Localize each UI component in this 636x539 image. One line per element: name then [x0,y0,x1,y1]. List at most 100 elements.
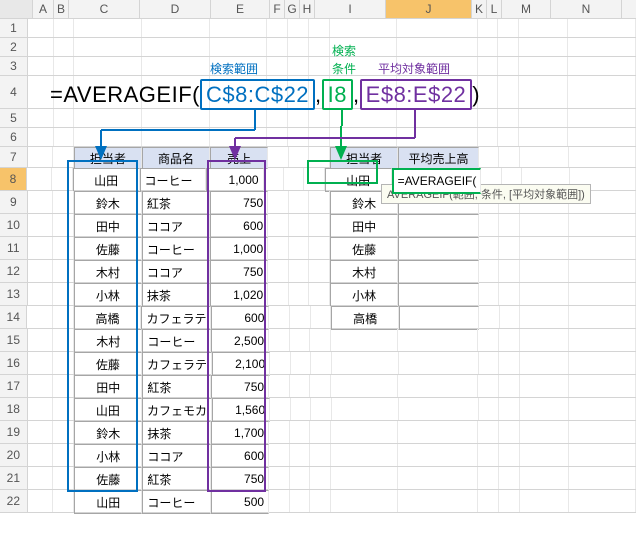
cell-F10[interactable] [268,214,289,236]
cell-I7[interactable]: 担当者 [330,147,398,169]
cell-L18[interactable] [499,398,520,420]
cell-A1[interactable] [28,19,54,37]
cell-M14[interactable] [520,306,569,328]
cell-F2[interactable] [267,38,288,56]
cell-M20[interactable] [520,444,569,466]
cell-I12[interactable]: 木村 [330,260,398,284]
cell-C21[interactable]: 佐藤 [74,467,142,491]
cell-B14[interactable] [53,306,74,328]
cell-A7[interactable] [28,147,54,167]
cell-L22[interactable] [499,490,520,512]
cell-J18[interactable] [399,398,479,420]
cell-G17[interactable] [290,375,311,397]
cell-G7[interactable] [289,147,310,167]
cell-H8[interactable] [304,168,324,190]
cell-L1[interactable] [498,19,519,37]
row-header-4[interactable]: 4 [0,76,28,108]
col-header-K[interactable]: K [472,0,487,18]
cell-E10[interactable]: 600 [210,214,268,238]
cell-I20[interactable] [331,444,398,466]
cell-K7[interactable] [479,147,500,167]
cell-I13[interactable]: 小林 [330,283,398,307]
select-all-corner[interactable] [0,0,33,18]
cell-G1[interactable] [288,19,309,37]
cell-G6[interactable] [288,128,309,146]
cell-I17[interactable] [331,375,398,397]
cell-K14[interactable] [479,306,500,328]
cell-H18[interactable] [311,398,332,420]
cell-A14[interactable] [27,306,53,328]
cell-D5[interactable] [142,109,210,127]
cell-D13[interactable]: 抹茶 [142,283,210,307]
cell-M5[interactable] [519,109,568,127]
cell-J5[interactable] [397,109,477,127]
cell-I5[interactable] [330,109,398,127]
row-header-13[interactable]: 13 [0,283,28,305]
cell-C17[interactable]: 田中 [74,375,142,399]
cell-G15[interactable] [290,329,311,351]
cell-G21[interactable] [290,467,311,489]
row-header-14[interactable]: 14 [0,306,27,328]
cell-N7[interactable] [569,147,636,167]
cell-M18[interactable] [520,398,569,420]
cell-M4[interactable] [519,76,568,108]
cell-M3[interactable] [519,57,568,75]
cell-B11[interactable] [53,237,74,259]
cell-E9[interactable]: 750 [210,191,268,215]
cell-F7[interactable] [268,147,289,167]
row-header-6[interactable]: 6 [0,128,28,146]
cell-H1[interactable] [309,19,330,37]
cell-M13[interactable] [520,283,569,305]
cell-M15[interactable] [520,329,569,351]
cell-M1[interactable] [519,19,568,37]
cell-N4[interactable] [568,76,636,108]
cell-A5[interactable] [28,109,54,127]
cell-C15[interactable]: 木村 [74,329,142,353]
cell-D3[interactable] [142,57,210,75]
cell-M21[interactable] [520,467,569,489]
cell-J19[interactable] [398,421,478,443]
cell-F9[interactable] [268,191,289,213]
cell-G10[interactable] [289,214,310,236]
cell-B10[interactable] [53,214,74,236]
cell-N2[interactable] [568,38,636,56]
cell-C9[interactable]: 鈴木 [74,191,142,215]
cell-B2[interactable] [54,38,75,56]
cell-K12[interactable] [479,260,500,282]
cell-I22[interactable] [331,490,398,512]
cell-A15[interactable] [28,329,54,351]
cell-L20[interactable] [499,444,520,466]
cell-N13[interactable] [569,283,636,305]
cell-K15[interactable] [478,329,499,351]
cell-H13[interactable] [309,283,330,305]
cell-C8[interactable]: 山田 [73,168,140,192]
cell-B5[interactable] [54,109,75,127]
cell-M19[interactable] [520,421,569,443]
cell-K13[interactable] [479,283,500,305]
cell-E8[interactable]: 1,000 [206,168,263,192]
row-header-12[interactable]: 12 [0,260,28,282]
row-header-1[interactable]: 1 [0,19,28,37]
cell-E18[interactable]: 1,560 [212,398,270,422]
cell-N16[interactable] [569,352,636,374]
cell-F18[interactable] [270,398,291,420]
cell-N12[interactable] [569,260,636,282]
cell-F1[interactable] [267,19,288,37]
cell-B1[interactable] [54,19,75,37]
cell-N10[interactable] [569,214,636,236]
cell-D7[interactable]: 商品名 [142,147,210,169]
cell-J7[interactable]: 平均売上高 [398,147,479,169]
cell-J12[interactable] [398,260,479,284]
row-header-16[interactable]: 16 [0,352,28,374]
cell-I10[interactable]: 田中 [330,214,398,238]
cell-D9[interactable]: 紅茶 [142,191,210,215]
cell-K22[interactable] [478,490,499,512]
cell-E14[interactable]: 600 [211,306,269,330]
cell-I21[interactable] [331,467,398,489]
row-header-17[interactable]: 17 [0,375,28,397]
col-header-L[interactable]: L [487,0,502,18]
row-header-22[interactable]: 22 [0,490,28,512]
cell-J2[interactable] [397,38,477,56]
cell-I14[interactable]: 高橋 [331,306,399,330]
cell-K20[interactable] [478,444,499,466]
